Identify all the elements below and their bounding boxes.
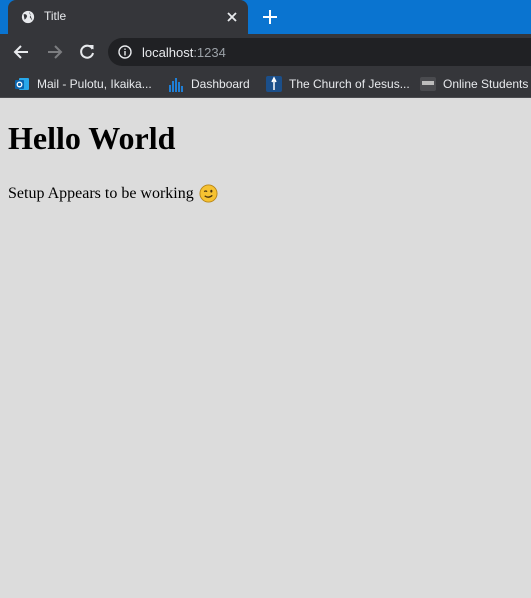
outlook-icon bbox=[15, 78, 29, 90]
church-icon bbox=[266, 76, 282, 92]
bookmark-dashboard[interactable]: Dashboard bbox=[168, 75, 250, 93]
url-host: localhost bbox=[142, 45, 194, 60]
bookmark-label: Mail - Pulotu, Ikaika... bbox=[37, 77, 152, 91]
bookmark-online-students[interactable]: Online Students bbox=[420, 75, 528, 93]
status-text: Setup Appears to be working bbox=[8, 184, 194, 202]
byu-icon bbox=[420, 77, 436, 91]
winking-face-icon bbox=[199, 184, 218, 203]
new-tab-plus-icon[interactable] bbox=[261, 8, 279, 26]
status-message: Setup Appears to be working bbox=[8, 184, 523, 203]
tab-title: Title bbox=[44, 9, 67, 23]
tab-strip: Title bbox=[0, 0, 531, 34]
reload-icon[interactable] bbox=[77, 42, 97, 62]
bookmark-label: The Church of Jesus... bbox=[289, 77, 410, 91]
tab-active[interactable]: Title bbox=[8, 0, 248, 34]
address-bar[interactable]: localhost:1234 bbox=[108, 38, 531, 66]
url-text: localhost:1234 bbox=[142, 45, 226, 60]
bookmark-mail[interactable]: Mail - Pulotu, Ikaika... bbox=[14, 75, 152, 93]
bookmark-label: Online Students bbox=[443, 77, 529, 91]
page-heading: Hello World bbox=[8, 120, 176, 156]
close-tab-icon[interactable] bbox=[224, 9, 240, 25]
url-port: :1234 bbox=[193, 45, 226, 60]
dashboard-bars-icon bbox=[169, 78, 183, 92]
bookmark-church[interactable]: The Church of Jesus... bbox=[266, 75, 410, 93]
globe-icon bbox=[21, 10, 35, 24]
bookmarks-bar: Mail - Pulotu, Ikaika... Dashboard The C… bbox=[0, 70, 531, 98]
forward-arrow-icon[interactable] bbox=[44, 42, 64, 62]
back-arrow-icon[interactable] bbox=[12, 42, 32, 62]
bookmark-label: Dashboard bbox=[191, 77, 250, 91]
info-icon[interactable] bbox=[118, 45, 132, 59]
page-content: Hello World Setup Appears to be working bbox=[8, 120, 523, 203]
browser-toolbar: localhost:1234 bbox=[0, 34, 531, 70]
